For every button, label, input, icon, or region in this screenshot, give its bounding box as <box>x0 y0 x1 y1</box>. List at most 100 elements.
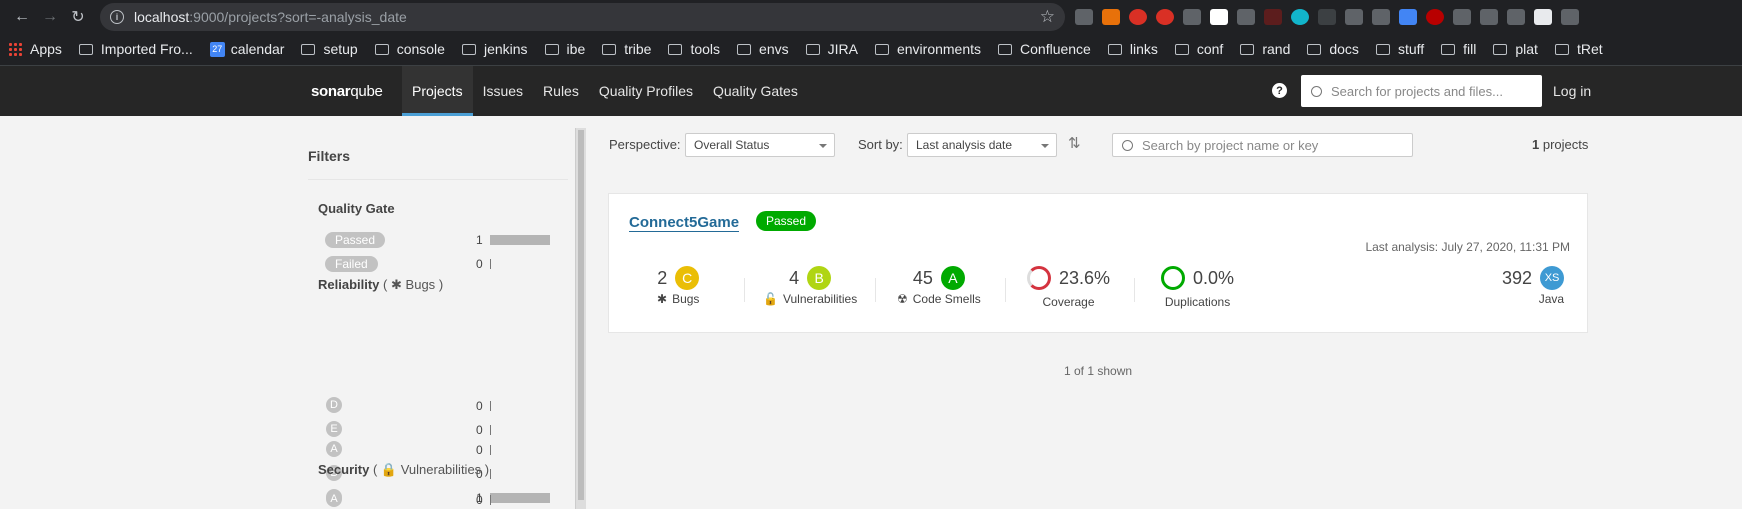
extension-icon[interactable] <box>1534 8 1552 25</box>
extension-icon[interactable] <box>1318 8 1336 25</box>
facet-count: 0 <box>476 257 483 271</box>
back-icon[interactable]: ← <box>8 3 36 31</box>
bookmark-folder[interactable]: plat <box>1493 41 1538 57</box>
extension-icon[interactable] <box>1075 8 1093 25</box>
search-icon <box>1311 85 1322 97</box>
filter-gate-failed[interactable]: Failed <box>325 256 378 272</box>
extension-icon[interactable] <box>1210 8 1228 25</box>
main-menu: Projects Issues Rules Quality Profiles Q… <box>402 66 808 116</box>
divider <box>308 179 568 180</box>
bug-icon: ✱ <box>391 277 402 292</box>
folder-icon <box>1174 43 1189 55</box>
adblock-icon[interactable] <box>1129 8 1147 25</box>
global-search-input[interactable]: Search for projects and files... <box>1301 75 1542 107</box>
filter-reliability-b[interactable]: B <box>326 465 342 481</box>
bookmark-label: ibe <box>566 41 586 57</box>
bookmark-folder[interactable]: setup <box>301 41 358 57</box>
extension-icon[interactable] <box>1480 8 1498 25</box>
sidebar-scrollbar[interactable] <box>575 128 586 509</box>
folder-icon <box>998 43 1013 55</box>
bookmark-calendar[interactable]: 27 calendar <box>209 41 285 57</box>
bookmark-folder[interactable]: tRet <box>1554 41 1603 57</box>
filter-reliability-c[interactable]: C <box>326 489 342 505</box>
bookmark-label: calendar <box>230 41 285 57</box>
folder-icon <box>1375 43 1390 55</box>
bookmark-label: plat <box>1515 41 1538 57</box>
bookmark-folder[interactable]: fill <box>1441 41 1476 57</box>
extension-icon[interactable] <box>1183 8 1201 25</box>
extension-icon[interactable] <box>1507 8 1525 25</box>
bookmark-label: JIRA <box>827 41 858 57</box>
extension-icon[interactable] <box>1291 8 1309 25</box>
projects-page: Filters Quality Gate Passed 1 Failed 0 R… <box>0 116 1742 509</box>
extension-icon[interactable] <box>1372 8 1390 25</box>
folder-icon <box>874 43 889 55</box>
menu-issues[interactable]: Issues <box>473 66 533 116</box>
bookmark-label: rand <box>1262 41 1291 57</box>
folder-icon <box>668 43 683 55</box>
filters-title: Filters <box>308 148 351 164</box>
sonarqube-logo[interactable]: sonarqube <box>311 83 383 100</box>
extension-icon[interactable] <box>1237 8 1255 25</box>
bookmark-folder[interactable]: console <box>374 41 445 57</box>
ublock-icon[interactable] <box>1426 8 1444 25</box>
facet-quality-gate-title[interactable]: Quality Gate <box>318 201 395 216</box>
folder-icon <box>1107 43 1122 55</box>
bookmark-folder[interactable]: tribe <box>602 41 651 57</box>
bookmark-folder[interactable]: jenkins <box>461 41 528 57</box>
menu-quality-gates[interactable]: Quality Gates <box>703 66 808 116</box>
reload-icon[interactable]: ↻ <box>64 3 92 31</box>
extension-icon[interactable] <box>1156 8 1174 25</box>
filters-sidebar <box>0 116 586 509</box>
projects-content <box>586 116 1742 509</box>
folder-icon <box>544 43 559 55</box>
facet-reliability-title[interactable]: Reliability ( ✱ Bugs ) <box>318 277 443 293</box>
folder-icon <box>461 43 476 55</box>
bookmark-folder[interactable]: environments <box>874 41 982 57</box>
bookmark-folder[interactable]: docs <box>1307 41 1359 57</box>
extension-icon[interactable] <box>1561 8 1579 25</box>
bookmark-folder[interactable]: tools <box>668 41 720 57</box>
facet-subtitle: Bugs <box>405 277 436 292</box>
scrollbar-thumb[interactable] <box>578 130 584 500</box>
extension-icon[interactable] <box>1102 8 1120 25</box>
facet-title-text: Reliability <box>318 277 380 292</box>
facet-bar <box>490 445 491 455</box>
login-link[interactable]: Log in <box>1553 83 1591 99</box>
bookmark-folder[interactable]: stuff <box>1375 41 1425 57</box>
bookmark-folder[interactable]: JIRA <box>805 41 858 57</box>
bookmark-folder[interactable]: links <box>1107 41 1158 57</box>
bookmark-apps[interactable]: Apps <box>8 41 62 57</box>
logo-text: sonar <box>311 83 351 100</box>
bookmark-label: environments <box>896 41 982 57</box>
bookmark-folder[interactable]: ibe <box>544 41 586 57</box>
bookmark-folder[interactable]: Confluence <box>998 41 1091 57</box>
global-navbar: sonarqube Projects Issues Rules Quality … <box>0 66 1742 116</box>
facet-bar <box>490 235 550 245</box>
bookmark-folder[interactable]: Imported Fro... <box>78 41 193 57</box>
extension-icon[interactable] <box>1345 8 1363 25</box>
bookmark-label: stuff <box>1397 41 1425 57</box>
info-icon[interactable]: i <box>110 9 124 24</box>
url-host: localhost <box>134 8 190 25</box>
bookmark-folder[interactable]: rand <box>1240 41 1290 57</box>
address-bar[interactable]: i localhost:9000/projects?sort=-analysis… <box>100 2 1065 31</box>
folder-icon <box>301 43 316 55</box>
extension-icon[interactable] <box>1264 8 1282 25</box>
bookmark-folder[interactable]: conf <box>1174 41 1223 57</box>
menu-rules[interactable]: Rules <box>533 66 589 116</box>
translate-icon[interactable] <box>1399 8 1417 25</box>
bookmark-star-icon[interactable]: ☆ <box>1040 7 1055 27</box>
menu-quality-profiles[interactable]: Quality Profiles <box>589 66 703 116</box>
forward-icon[interactable]: → <box>36 3 64 31</box>
extension-icon[interactable] <box>1453 8 1471 25</box>
filter-gate-passed[interactable]: Passed <box>325 232 386 248</box>
menu-projects[interactable]: Projects <box>402 66 473 116</box>
bookmark-folder[interactable]: envs <box>737 41 789 57</box>
folder-icon <box>737 43 752 55</box>
folder-icon <box>805 43 820 55</box>
bookmark-label: envs <box>759 41 789 57</box>
facet-count: 0 <box>476 467 483 481</box>
help-icon[interactable]: ? <box>1272 83 1287 98</box>
filter-reliability-a[interactable]: A <box>326 441 342 457</box>
